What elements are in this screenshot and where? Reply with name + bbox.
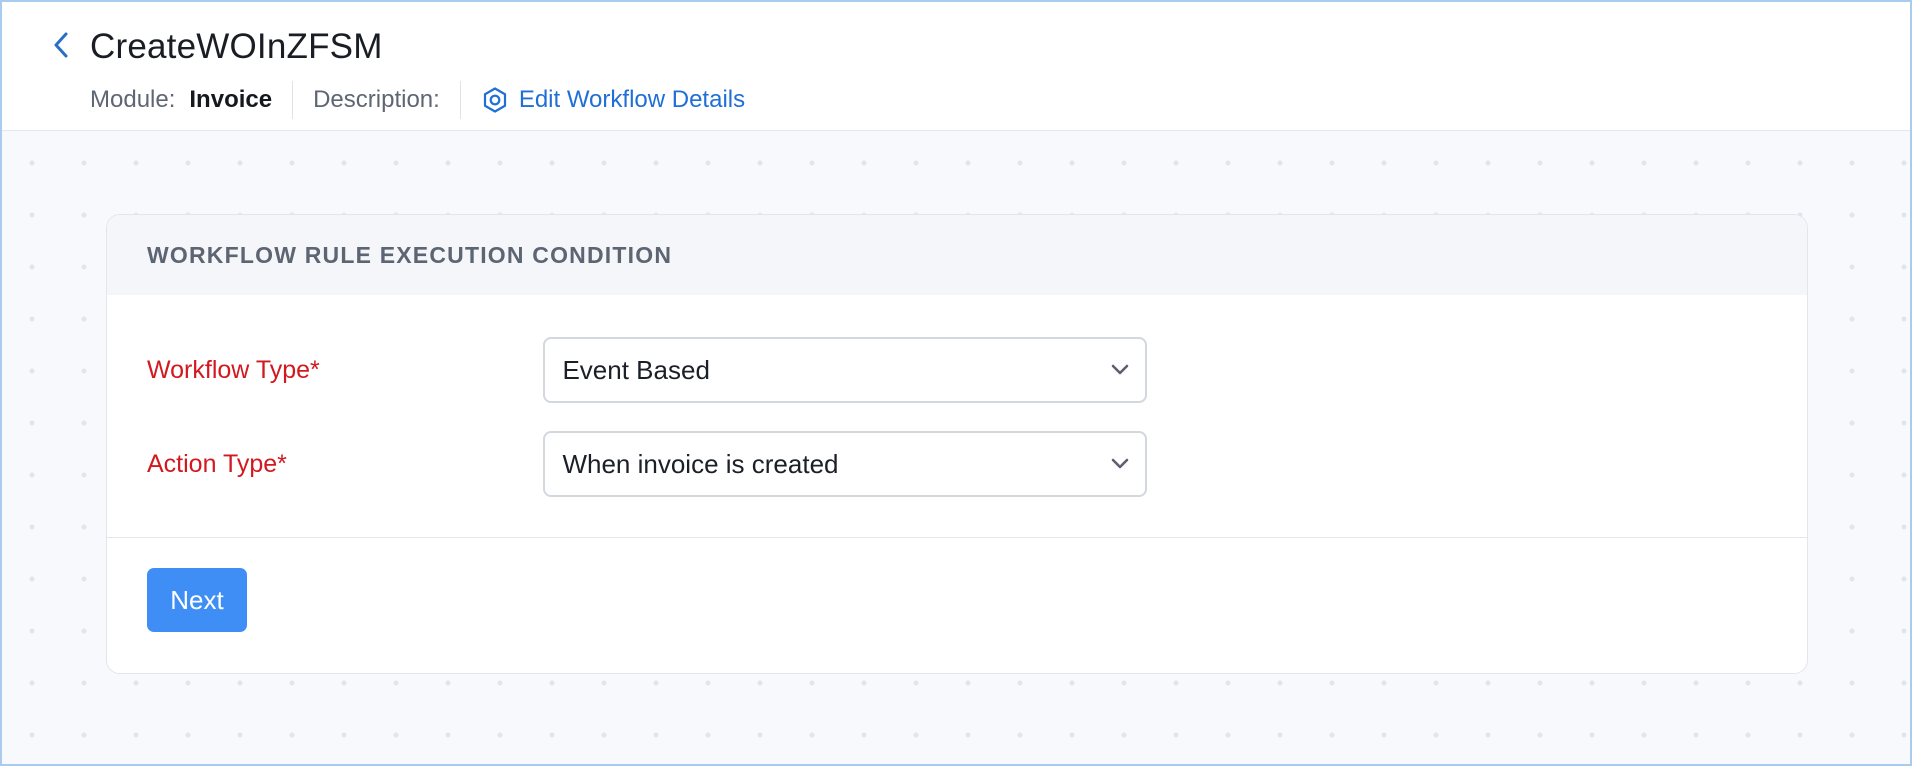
execution-condition-card: WORKFLOW RULE EXECUTION CONDITION Workfl…: [106, 214, 1808, 674]
workflow-type-row: Workflow Type* Event Based: [147, 337, 1147, 403]
workflow-type-label: Workflow Type*: [147, 355, 320, 384]
divider: [459, 81, 461, 119]
action-type-label: Action Type*: [147, 449, 287, 478]
workflow-meta: Module: Invoice Description: Edit Workfl…: [90, 80, 745, 120]
action-type-value: When invoice is created: [562, 448, 839, 479]
edit-workflow-details-label: Edit Workflow Details: [518, 86, 746, 113]
gear-icon: [481, 86, 509, 114]
card-title: WORKFLOW RULE EXECUTION CONDITION: [107, 215, 1807, 295]
back-button[interactable]: [48, 32, 74, 62]
card-footer: Next: [107, 538, 1807, 673]
workflow-type-value: Event Based: [562, 354, 710, 385]
description-label: Description:: [313, 86, 440, 113]
chevron-down-icon: [1111, 364, 1129, 376]
app-window: CreateWOInZFSM Module: Invoice Descripti…: [0, 0, 1912, 766]
next-button[interactable]: Next: [147, 568, 247, 632]
module-value: Invoice: [189, 86, 273, 113]
action-type-select[interactable]: When invoice is created: [543, 431, 1147, 497]
condition-form: Workflow Type* Event Based Action Type* …: [107, 295, 1807, 538]
chevron-down-icon: [1111, 458, 1129, 470]
page-header: CreateWOInZFSM Module: Invoice Descripti…: [2, 2, 1910, 131]
chevron-left-icon: [53, 32, 69, 63]
divider: [292, 81, 294, 119]
workflow-type-select[interactable]: Event Based: [543, 337, 1147, 403]
edit-workflow-details-link[interactable]: Edit Workflow Details: [481, 86, 745, 114]
action-type-row: Action Type* When invoice is created: [147, 431, 1147, 497]
page-title: CreateWOInZFSM: [90, 27, 383, 66]
module-label: Module:: [90, 86, 176, 113]
